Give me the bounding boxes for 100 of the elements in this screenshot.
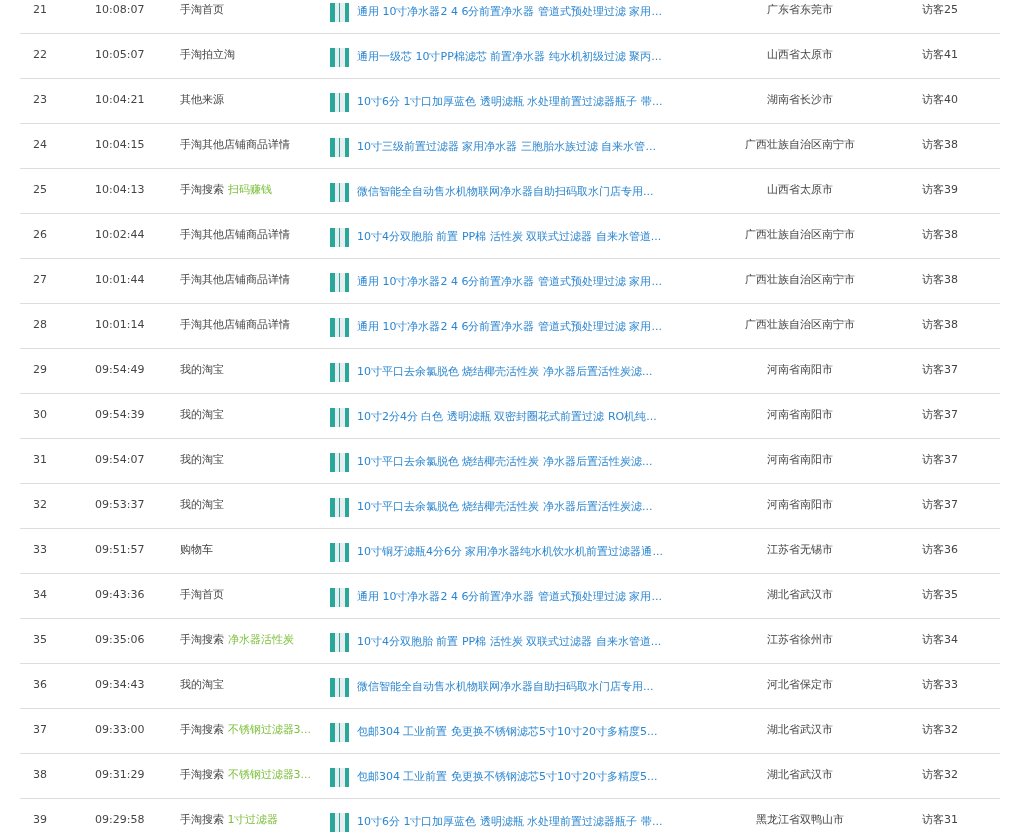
visit-time: 10:01:44: [95, 273, 145, 287]
visit-time: 10:04:21: [95, 93, 145, 107]
traffic-source: 我的淘宝: [180, 453, 224, 467]
visitor-location: 湖北省武汉市: [767, 588, 833, 602]
search-keyword: 不锈钢过滤器3...: [227, 768, 311, 782]
traffic-source: 我的淘宝: [180, 408, 224, 422]
row-number: 24: [33, 138, 47, 152]
visitor-id: 访客40: [922, 93, 958, 107]
product-link[interactable]: 通用 10寸净水器2 4 6分前置净水器 管道式预处理过滤 家用...: [357, 319, 662, 336]
visitor-id: 访客38: [922, 138, 958, 152]
visitor-id: 访客39: [922, 183, 958, 197]
product-link[interactable]: 通用 10寸净水器2 4 6分前置净水器 管道式预处理过滤 家用...: [357, 274, 662, 291]
traffic-source: 手淘其他店铺商品详情: [180, 318, 290, 332]
visit-time: 09:53:37: [95, 498, 145, 512]
product-link[interactable]: 10寸4分双胞胎 前置 PP棉 活性炭 双联式过滤器 自来水管道...: [357, 229, 662, 246]
row-number: 34: [33, 588, 47, 602]
product-thumbnail: [330, 813, 349, 832]
product-link[interactable]: 微信智能全自动售水机物联网净水器自助扫码取水门店专用...: [357, 184, 654, 201]
visit-time: 09:29:58: [95, 813, 145, 827]
visit-time: 10:08:07: [95, 3, 145, 16]
product-link[interactable]: 10寸2分4分 白色 透明滤瓶 双密封圈花式前置过滤 RO机纯...: [357, 409, 657, 426]
visit-time: 09:51:57: [95, 543, 145, 557]
visitor-location: 湖南省长沙市: [767, 93, 833, 107]
product-thumbnail: [330, 408, 349, 427]
product-link[interactable]: 10寸平口去余氯脱色 烧结椰壳活性炭 净水器后置活性炭滤...: [357, 364, 653, 381]
visit-time: 09:31:29: [95, 768, 145, 782]
product-link[interactable]: 10寸铜牙滤瓶4分6分 家用净水器纯水机饮水机前置过滤器通...: [357, 544, 663, 561]
product-thumbnail: [330, 723, 349, 742]
row-number: 33: [33, 543, 47, 557]
visit-time: 09:54:07: [95, 453, 145, 467]
row-number: 28: [33, 318, 47, 332]
visit-time: 09:35:06: [95, 633, 145, 647]
product-link[interactable]: 10寸平口去余氯脱色 烧结椰壳活性炭 净水器后置活性炭滤...: [357, 499, 653, 516]
search-keyword: 1寸过滤器: [227, 813, 279, 827]
row-number: 39: [33, 813, 47, 827]
product-thumbnail: [330, 2, 349, 22]
visitor-location: 广西壮族自治区南宁市: [745, 318, 855, 332]
row-number: 29: [33, 363, 47, 377]
visitor-location: 河南省南阳市: [767, 363, 833, 377]
visit-time: 09:33:00: [95, 723, 145, 737]
visit-time: 09:54:39: [95, 408, 145, 422]
visitor-location: 河南省南阳市: [767, 453, 833, 467]
traffic-source: 手淘其他店铺商品详情: [180, 228, 290, 242]
visitor-location: 河南省南阳市: [767, 498, 833, 512]
row-number: 38: [33, 768, 47, 782]
product-thumbnail: [330, 453, 349, 472]
row-number: 36: [33, 678, 47, 692]
search-keyword: 不锈钢过滤器3...: [227, 723, 311, 737]
traffic-source: 手淘搜索: [180, 768, 224, 782]
visitor-id: 访客34: [922, 633, 958, 647]
visitor-id: 访客37: [922, 363, 958, 377]
product-link[interactable]: 10寸6分 1寸口加厚蓝色 透明滤瓶 水处理前置过滤器瓶子 带...: [357, 94, 663, 111]
visitor-location: 广西壮族自治区南宁市: [745, 138, 855, 152]
visit-time: 09:54:49: [95, 363, 145, 377]
visitor-location: 广东省东莞市: [767, 3, 833, 16]
visitor-location: 河南省南阳市: [767, 408, 833, 422]
visitor-id: 访客32: [922, 723, 958, 737]
visit-time: 09:34:43: [95, 678, 145, 692]
product-link[interactable]: 10寸三级前置过滤器 家用净水器 三胞胎水族过滤 自来水管...: [357, 139, 656, 156]
product-thumbnail: [330, 93, 349, 112]
product-link[interactable]: 10寸平口去余氯脱色 烧结椰壳活性炭 净水器后置活性炭滤...: [357, 454, 653, 471]
visitor-id: 访客38: [922, 318, 958, 332]
visitor-id: 访客25: [922, 3, 958, 16]
visitor-id: 访客36: [922, 543, 958, 557]
visitor-location: 黑龙江省双鸭山市: [756, 813, 844, 827]
traffic-source: 我的淘宝: [180, 678, 224, 692]
product-thumbnail: [330, 138, 349, 157]
visitor-id: 访客33: [922, 678, 958, 692]
visit-time: 10:02:44: [95, 228, 145, 242]
product-thumbnail: [330, 768, 349, 787]
visitor-id: 访客35: [922, 588, 958, 602]
traffic-source: 手淘搜索: [180, 813, 224, 827]
traffic-source: 我的淘宝: [180, 363, 224, 377]
visitor-location: 广西壮族自治区南宁市: [745, 228, 855, 242]
product-link[interactable]: 包邮304 工业前置 免更换不锈钢滤芯5寸10寸20寸多精度5...: [357, 769, 658, 786]
visitor-location: 湖北省武汉市: [767, 723, 833, 737]
traffic-source: 手淘搜索: [180, 723, 224, 737]
product-link[interactable]: 10寸6分 1寸口加厚蓝色 透明滤瓶 水处理前置过滤器瓶子 带...: [357, 814, 663, 831]
row-number: 25: [33, 183, 47, 197]
visitor-location: 山西省太原市: [767, 48, 833, 62]
product-link[interactable]: 包邮304 工业前置 免更换不锈钢滤芯5寸10寸20寸多精度5...: [357, 724, 658, 741]
product-link[interactable]: 通用一级芯 10寸PP棉滤芯 前置净水器 纯水机初级过滤 聚丙...: [357, 49, 662, 66]
product-thumbnail: [330, 633, 349, 652]
row-number: 27: [33, 273, 47, 287]
product-link[interactable]: 通用 10寸净水器2 4 6分前置净水器 管道式预处理过滤 家用...: [357, 589, 662, 606]
visitor-id: 访客37: [922, 408, 958, 422]
traffic-source: 手淘搜索: [180, 183, 224, 197]
visitor-id: 访客31: [922, 813, 958, 827]
traffic-source: 手淘其他店铺商品详情: [180, 138, 290, 152]
visit-time: 09:43:36: [95, 588, 145, 602]
traffic-source: 我的淘宝: [180, 498, 224, 512]
product-link[interactable]: 通用 10寸净水器2 4 6分前置净水器 管道式预处理过滤 家用...: [357, 4, 662, 21]
product-thumbnail: [330, 498, 349, 517]
product-thumbnail: [330, 228, 349, 247]
product-link[interactable]: 微信智能全自动售水机物联网净水器自助扫码取水门店专用...: [357, 679, 654, 696]
traffic-source: 购物车: [180, 543, 213, 557]
product-thumbnail: [330, 183, 349, 202]
visitor-id: 访客38: [922, 228, 958, 242]
product-link[interactable]: 10寸4分双胞胎 前置 PP棉 活性炭 双联式过滤器 自来水管道...: [357, 634, 662, 651]
traffic-source: 手淘搜索: [180, 633, 224, 647]
